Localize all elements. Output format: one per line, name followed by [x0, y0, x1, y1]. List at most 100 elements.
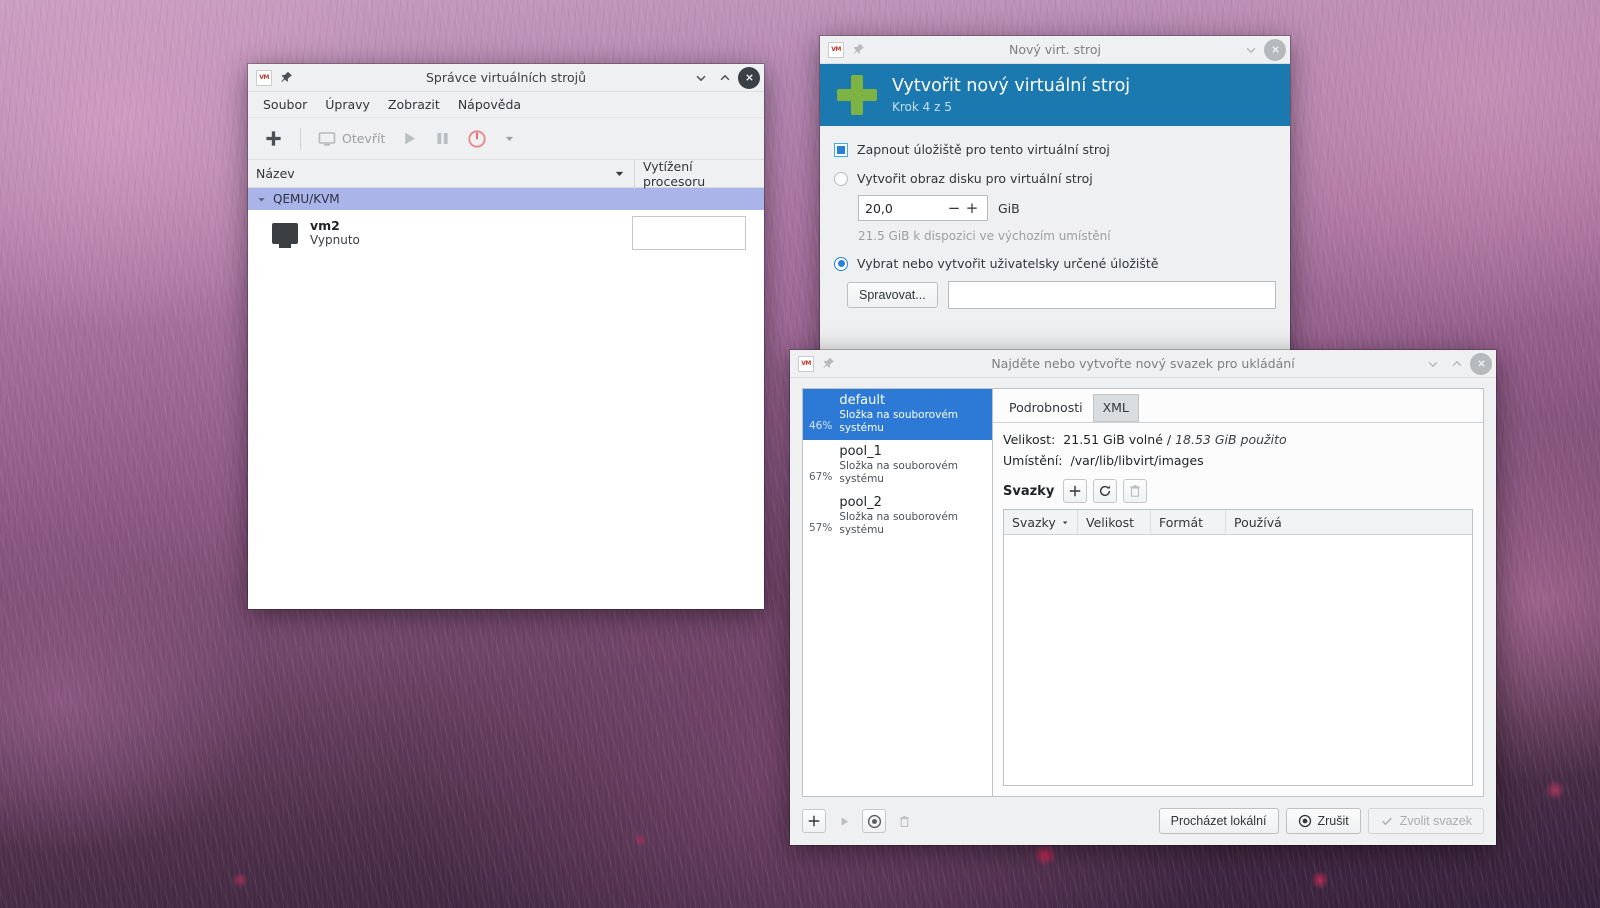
increment-button[interactable]: + [963, 199, 981, 217]
stop-pool-button[interactable] [862, 809, 886, 833]
sort-caret-icon [1062, 520, 1068, 524]
menu-soubor[interactable]: Soubor [254, 94, 316, 115]
disk-size-value[interactable]: 20,0 [865, 201, 945, 216]
manage-button[interactable]: Spravovat... [847, 282, 938, 308]
wizard-banner-title: Vytvořit nový virtuální stroj [892, 76, 1131, 96]
pin-icon[interactable] [852, 43, 865, 56]
column-cpu[interactable]: Vytížení procesoru [634, 158, 764, 189]
play-icon [405, 132, 416, 145]
col-svazky[interactable]: Svazky [1004, 510, 1078, 534]
storage-pool-list[interactable]: 46% default Složka na souborovém systému… [802, 388, 992, 797]
pool-description: Složka na souborovém systému [839, 460, 959, 485]
open-button[interactable]: Otevřít [312, 126, 391, 152]
close-button[interactable] [738, 66, 760, 89]
trash-icon [899, 815, 909, 827]
browse-local-button[interactable]: Procházet lokální [1158, 808, 1279, 834]
cpu-sparkline [632, 216, 746, 250]
col-format[interactable]: Formát [1151, 510, 1226, 534]
create-disk-radio-row[interactable]: Vytvořit obraz disku pro virtuální stroj [834, 171, 1276, 186]
refresh-volumes-button[interactable] [1093, 479, 1118, 503]
list-item[interactable]: 46% default Složka na souborovém systému [803, 389, 992, 441]
column-name-label: Název [256, 166, 295, 181]
select-storage-radio-row[interactable]: Vybrat nebo vytvořit uživatelsky určené … [834, 256, 1276, 271]
maximize-button[interactable] [714, 67, 736, 89]
pause-button[interactable] [428, 126, 457, 151]
col-format-label: Formát [1159, 514, 1204, 530]
decrement-button[interactable]: − [945, 199, 963, 217]
pool-description: Složka na souborovém systému [839, 408, 959, 434]
choose-volume-button[interactable]: Zvolit svazek [1367, 808, 1484, 834]
enable-storage-checkbox-row[interactable]: Zapnout úložiště pro tento virtuální str… [834, 142, 1276, 157]
radio-selected-icon[interactable] [834, 256, 848, 271]
delete-pool-button[interactable] [892, 809, 916, 833]
size-used-value: 18.53 GiB použito [1175, 432, 1287, 447]
vm-list-header: Název Vytížení procesoru [248, 158, 764, 189]
storage-dialog-titlebar[interactable]: VM Najděte nebo vytvořte nový svazek pro… [790, 350, 1496, 378]
list-item[interactable]: 67% pool_1 Složka na souborovém systému [803, 440, 992, 491]
close-button[interactable] [1264, 38, 1286, 61]
toolbar-separator [300, 127, 301, 150]
menu-zobrazit[interactable]: Zobrazit [379, 94, 449, 115]
location-value: /var/lib/libvirt/images [1070, 453, 1204, 468]
col-pouziva[interactable]: Používá [1226, 510, 1472, 534]
disk-size-stepper[interactable]: 20,0 − + [858, 195, 988, 221]
virt-manager-window: VM Správce virtuálních strojů Soubor Úpr… [248, 64, 764, 609]
available-space-hint: 21.5 GiB k dispozici ve výchozím umístěn… [858, 229, 1111, 243]
check-icon [1381, 817, 1392, 826]
details-tabs: Podrobnosti XML [993, 389, 1483, 423]
open-button-label: Otevřít [342, 131, 386, 146]
storage-dialog-footer: Procházet lokální Zrušit Zvolit svazek [790, 797, 1496, 845]
location-label: Umístění: [1003, 453, 1063, 468]
wizard-banner: Vytvořit nový virtuální stroj Krok 4 z 5 [820, 64, 1290, 126]
storage-path-input[interactable] [947, 281, 1276, 309]
minimize-button[interactable] [690, 67, 712, 89]
vmm-icon: VM [256, 69, 272, 86]
pin-icon[interactable] [822, 357, 835, 370]
power-icon [468, 129, 486, 148]
pool-usage-percent: 46% [809, 420, 833, 433]
disk-size-row: 20,0 − + GiB [858, 195, 1276, 221]
start-pool-button[interactable] [832, 809, 856, 833]
col-pouziva-label: Používá [1234, 514, 1282, 530]
pin-icon[interactable] [280, 71, 293, 84]
tab-podrobnosti[interactable]: Podrobnosti [999, 394, 1093, 422]
checkbox-checked-icon[interactable] [834, 142, 848, 157]
cancel-button[interactable]: Zrušit [1285, 808, 1361, 834]
shutdown-menu-button[interactable] [497, 128, 522, 149]
minimize-button[interactable] [1240, 39, 1262, 61]
refresh-icon [1100, 485, 1111, 497]
maximize-button[interactable] [1446, 353, 1468, 375]
virt-manager-titlebar[interactable]: VM Správce virtuálních strojů [248, 64, 764, 92]
add-pool-button[interactable] [802, 809, 826, 833]
minimize-button[interactable] [1422, 353, 1444, 375]
sort-caret-icon [615, 171, 624, 176]
menu-upravy[interactable]: Úpravy [316, 94, 379, 115]
monitor-icon [318, 131, 336, 146]
menu-napoveda[interactable]: Nápověda [449, 94, 530, 115]
vmm-icon: VM [828, 41, 844, 58]
add-volume-button[interactable] [1063, 479, 1088, 503]
col-velikost[interactable]: Velikost [1078, 510, 1151, 534]
choose-volume-label: Zvolit svazek [1399, 814, 1472, 828]
connection-group-label: QEMU/KVM [273, 192, 340, 206]
close-button[interactable] [1470, 352, 1492, 375]
plus-icon [1070, 485, 1081, 497]
disk-size-unit: GiB [998, 200, 1020, 216]
list-item[interactable]: 57% pool_2 Složka na souborovém systému [803, 491, 992, 542]
plus-icon [266, 131, 281, 146]
radio-unselected-icon[interactable] [834, 171, 848, 186]
tab-xml[interactable]: XML [1092, 394, 1139, 422]
expander-down-icon [258, 197, 265, 202]
run-button[interactable] [395, 126, 424, 151]
shutdown-button[interactable] [461, 125, 493, 153]
wizard-titlebar[interactable]: VM Nový virt. stroj [820, 36, 1290, 64]
delete-volume-button[interactable] [1123, 479, 1148, 503]
column-name[interactable]: Název [248, 166, 634, 181]
table-row[interactable]: vm2 Vypnuto [248, 210, 764, 256]
vm-list: QEMU/KVM vm2 Vypnuto [248, 188, 764, 609]
new-vm-button[interactable] [258, 125, 289, 152]
pool-name: pool_2 [839, 495, 882, 511]
connection-group-row[interactable]: QEMU/KVM [248, 188, 764, 210]
trash-icon [1130, 485, 1141, 497]
pool-details: Velikost: 21.51 GiB volné / 18.53 GiB po… [993, 423, 1483, 474]
